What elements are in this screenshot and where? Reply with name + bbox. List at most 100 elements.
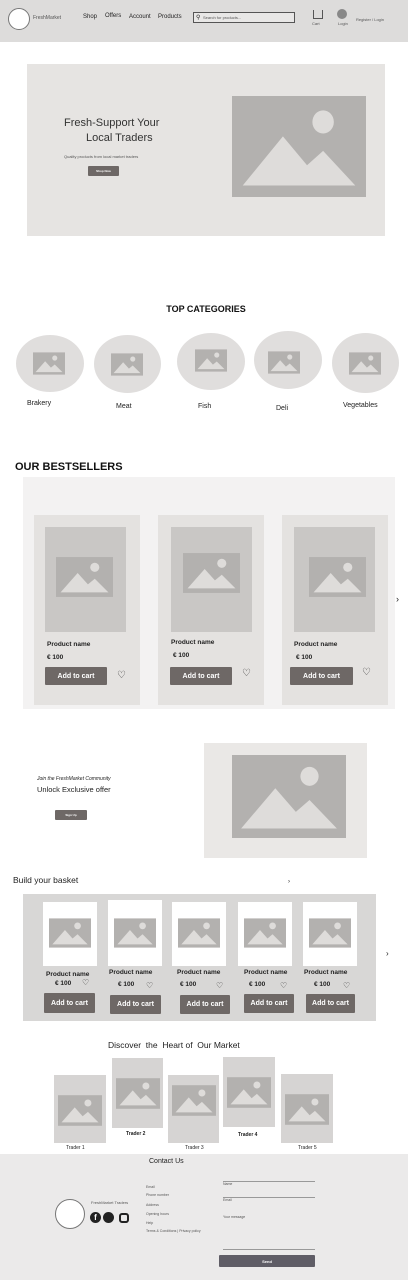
- footer-link[interactable]: Opening hours: [146, 1212, 169, 1216]
- product-price: € 100: [173, 652, 190, 659]
- product-name[interactable]: Product name: [109, 969, 152, 976]
- image-placeholder-icon: [116, 1078, 160, 1109]
- heart-icon[interactable]: ♡: [280, 982, 287, 990]
- category-label[interactable]: Brakery: [27, 400, 51, 407]
- footer-link[interactable]: Terms & Conditions | Privacy policy: [146, 1229, 201, 1233]
- product-name[interactable]: Product name: [244, 969, 287, 976]
- trader-label[interactable]: Trader 2: [126, 1131, 145, 1137]
- basket-product-image[interactable]: [303, 902, 357, 966]
- heart-icon[interactable]: ♡: [216, 982, 223, 990]
- brand-logo[interactable]: [8, 8, 30, 30]
- trader-label[interactable]: Trader 1: [66, 1145, 85, 1151]
- twitter-icon[interactable]: [103, 1212, 114, 1223]
- product-name[interactable]: Product name: [304, 969, 347, 976]
- category-label[interactable]: Meat: [116, 403, 132, 410]
- heart-icon[interactable]: ♡: [82, 979, 89, 987]
- image-placeholder-icon: [268, 351, 300, 374]
- bestseller-card[interactable]: Product name € 100 Add to cart ♡: [282, 515, 388, 705]
- product-price: € 100: [118, 981, 135, 988]
- trader-card[interactable]: [168, 1075, 219, 1143]
- heart-icon[interactable]: ♡: [117, 671, 126, 681]
- trader-card[interactable]: [54, 1075, 106, 1143]
- product-name[interactable]: Product name: [47, 641, 90, 648]
- product-name[interactable]: Product name: [294, 641, 337, 648]
- category-vegetables-image[interactable]: [332, 333, 399, 393]
- search-input[interactable]: Search for products...: [203, 15, 241, 20]
- bestseller-card[interactable]: Product name € 100 Add to cart ♡: [34, 515, 140, 705]
- add-to-cart-button[interactable]: Add to cart: [45, 667, 107, 685]
- product-price: € 100: [249, 981, 266, 988]
- search-bar[interactable]: ⚲ Search for products...: [193, 12, 295, 23]
- trader-label[interactable]: Trader 3: [185, 1145, 204, 1151]
- product-name[interactable]: Product name: [177, 969, 220, 976]
- trader-label[interactable]: Trader 5: [298, 1145, 317, 1151]
- heart-icon[interactable]: ♡: [146, 982, 153, 990]
- footer-link[interactable]: Address: [146, 1203, 159, 1207]
- nav-account[interactable]: Account: [129, 14, 151, 20]
- basket-title: Build your basket: [13, 875, 79, 885]
- brand-name[interactable]: FreshMarket: [33, 15, 61, 21]
- product-image: [171, 527, 252, 632]
- facebook-icon[interactable]: f: [90, 1212, 101, 1223]
- basket-product-image[interactable]: [108, 900, 162, 966]
- product-name[interactable]: Product name: [46, 971, 89, 978]
- basket-top-arrow-icon[interactable]: ›: [288, 879, 290, 885]
- bestseller-card[interactable]: Product name € 100 Add to cart ♡: [158, 515, 264, 705]
- image-placeholder-icon: [49, 918, 91, 948]
- hero-shop-button[interactable]: Shop Now: [88, 166, 119, 176]
- trader-label[interactable]: Trader 4: [238, 1132, 257, 1138]
- footer-link[interactable]: Phone number: [146, 1193, 169, 1197]
- nav-shop[interactable]: Shop: [83, 14, 97, 20]
- add-to-cart-button[interactable]: Add to cart: [306, 994, 355, 1013]
- promo-signup-button[interactable]: Sign Up: [55, 810, 87, 820]
- basket-product-image[interactable]: [172, 902, 226, 966]
- add-to-cart-button[interactable]: Add to cart: [170, 667, 232, 685]
- add-to-cart-button[interactable]: Add to cart: [180, 995, 230, 1014]
- footer-link[interactable]: Help: [146, 1221, 153, 1225]
- image-placeholder-icon: [349, 352, 381, 375]
- basket-product-image[interactable]: [238, 902, 292, 966]
- bestsellers-next-arrow-icon[interactable]: ›: [396, 594, 399, 604]
- product-image: [294, 527, 375, 632]
- hero-image: [232, 96, 366, 197]
- account-icon[interactable]: [337, 9, 347, 19]
- trader-card[interactable]: [112, 1058, 163, 1128]
- heart-icon[interactable]: ♡: [362, 668, 371, 678]
- heart-icon[interactable]: ♡: [242, 669, 251, 679]
- category-label[interactable]: Fish: [198, 403, 211, 410]
- image-placeholder-icon: [232, 755, 346, 838]
- basket-product-image[interactable]: [43, 902, 97, 966]
- nav-products[interactable]: Products: [158, 14, 182, 20]
- add-to-cart-button[interactable]: Add to cart: [290, 667, 353, 685]
- category-meat-image[interactable]: [94, 335, 161, 393]
- category-label[interactable]: Vegetables: [343, 402, 378, 409]
- contact-name-field[interactable]: Name: [223, 1172, 315, 1186]
- add-to-cart-button[interactable]: Add to cart: [244, 994, 294, 1013]
- contact-email-field[interactable]: Email: [223, 1188, 315, 1202]
- footer-link[interactable]: Email: [146, 1185, 155, 1189]
- category-bakery-image[interactable]: [16, 335, 84, 392]
- product-price: € 100: [180, 981, 197, 988]
- nav-offers[interactable]: Offers: [105, 13, 121, 19]
- cart-icon[interactable]: [313, 10, 323, 19]
- contact-submit-button[interactable]: Send: [219, 1255, 315, 1267]
- image-placeholder-icon: [227, 1077, 271, 1108]
- trader-card[interactable]: [223, 1057, 275, 1127]
- category-deli-image[interactable]: [254, 331, 322, 389]
- heart-icon[interactable]: ♡: [343, 982, 350, 990]
- footer-brand: FreshMarket Traders: [91, 1200, 129, 1205]
- basket-next-arrow-icon[interactable]: ›: [386, 949, 389, 958]
- instagram-icon[interactable]: [119, 1213, 129, 1223]
- contact-message-field[interactable]: Your message: [223, 1205, 315, 1250]
- add-to-cart-button[interactable]: Add to cart: [44, 993, 95, 1013]
- add-to-cart-button[interactable]: Add to cart: [110, 995, 161, 1014]
- product-name[interactable]: Product name: [171, 639, 214, 646]
- category-label[interactable]: Deli: [276, 405, 288, 412]
- product-price: € 100: [314, 981, 331, 988]
- image-placeholder-icon: [232, 96, 366, 197]
- category-fish-image[interactable]: [177, 333, 245, 390]
- signin-link[interactable]: Register / Login: [356, 17, 384, 22]
- footer-logo[interactable]: [55, 1199, 85, 1229]
- hero-title-line1: Fresh-Support Your: [64, 117, 160, 129]
- trader-card[interactable]: [281, 1074, 333, 1143]
